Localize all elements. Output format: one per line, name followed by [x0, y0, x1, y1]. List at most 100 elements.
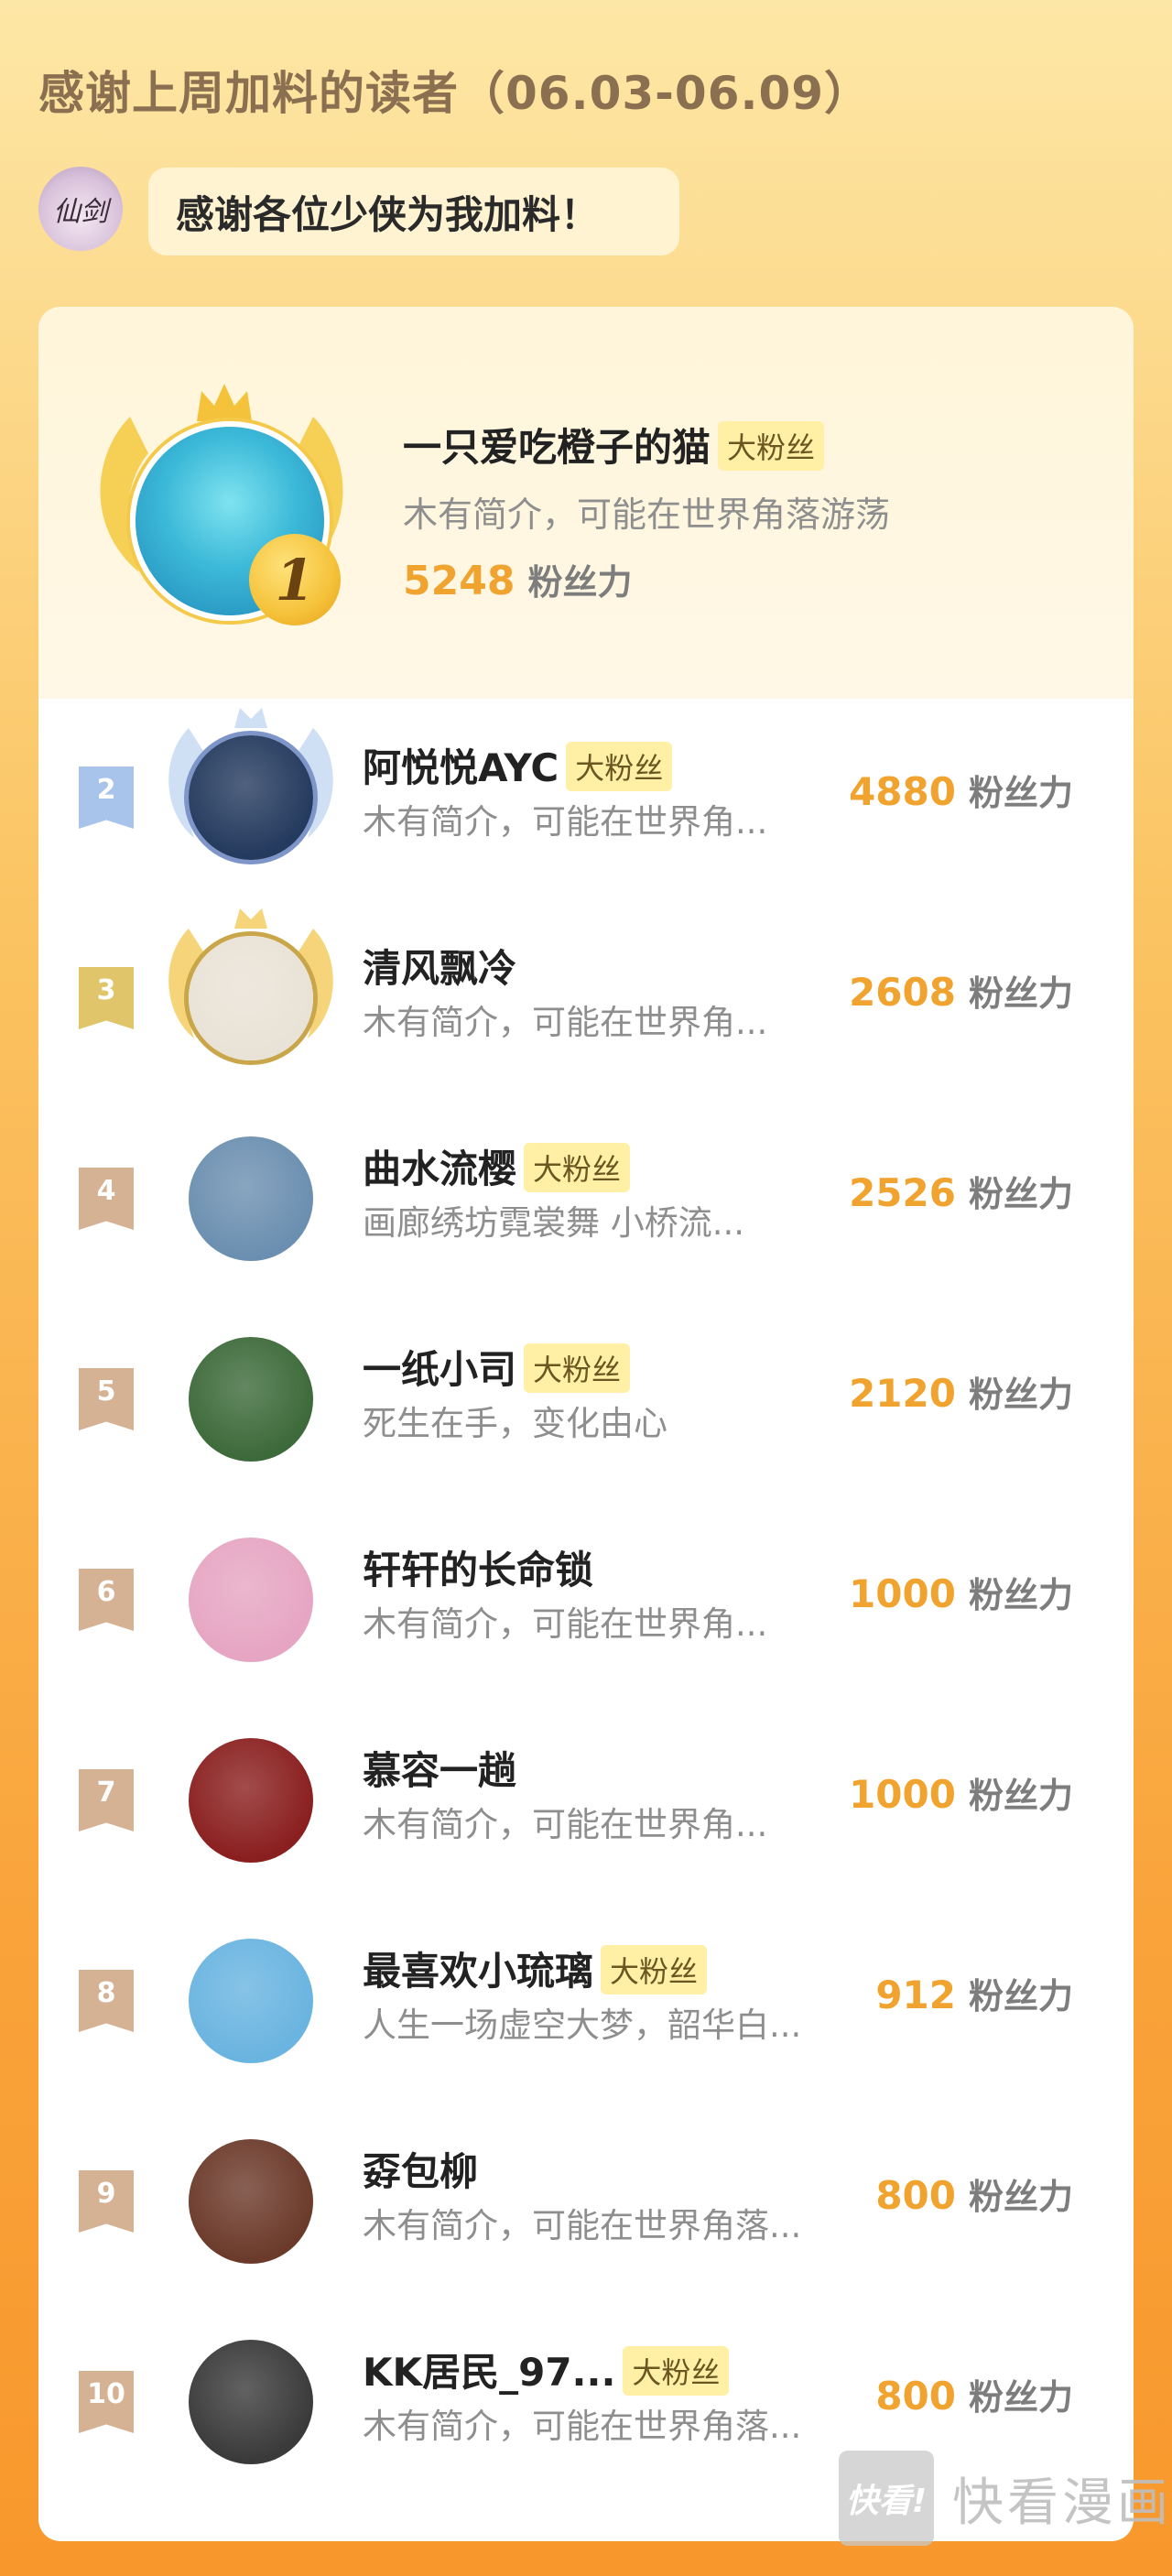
user-name-text: 轩轩的长命锁: [363, 1548, 594, 1592]
user-name[interactable]: 一纸小司 大粉丝: [363, 1339, 631, 1395]
fan-score-value: 800: [875, 2374, 956, 2418]
kuaikan-watermark: 快看! 快看漫画: [839, 2451, 1172, 2546]
user-bio: 木有简介，可能在世界角...: [363, 1003, 768, 1042]
ranking-row[interactable]: 9 孬包柳木有简介，可能在世界角落... 800 粉丝力: [38, 2114, 1134, 2278]
fan-score-value: 1000: [849, 1772, 956, 1817]
user-name[interactable]: 阿悦悦AYC 大粉丝: [363, 737, 673, 793]
score-unit: 粉丝力: [968, 2377, 1073, 2418]
score-unit: 粉丝力: [968, 1174, 1073, 1214]
user-avatar[interactable]: [189, 1738, 313, 1863]
top1-name-text: 一只爱吃橙子的猫: [403, 425, 711, 470]
rank-tag: 6: [79, 1569, 134, 1631]
fan-score: 800 粉丝力: [875, 2168, 1073, 2219]
user-avatar[interactable]: [189, 1337, 313, 1462]
fan-badge: 大粉丝: [524, 1343, 631, 1393]
ranking-row[interactable]: 4 曲水流樱 大粉丝画廊绣坊霓裳舞 小桥流... 2526 粉丝力: [38, 1111, 1134, 1276]
user-name-text: 阿悦悦AYC: [363, 745, 559, 790]
user-avatar[interactable]: [189, 2139, 313, 2264]
rank-tag: 2: [79, 766, 134, 829]
score-unit: 粉丝力: [968, 2177, 1073, 2217]
user-name[interactable]: 曲水流樱 大粉丝: [363, 1138, 631, 1194]
fan-score-value: 2526: [849, 1170, 956, 1215]
fan-score: 4880 粉丝力: [849, 765, 1073, 815]
fan-score: 2526 粉丝力: [849, 1166, 1073, 1216]
fan-score: 800 粉丝力: [875, 2369, 1073, 2419]
user-name-text: 曲水流樱: [363, 1147, 517, 1191]
fan-score-value: 2120: [849, 1371, 956, 1416]
score-unit: 粉丝力: [968, 1575, 1073, 1615]
user-bio: 画廊绣坊霓裳舞 小桥流...: [363, 1203, 745, 1243]
user-name[interactable]: 轩轩的长命锁: [363, 1539, 593, 1595]
user-avatar[interactable]: [189, 1939, 313, 2063]
user-name-text: 一纸小司: [363, 1347, 517, 1392]
top1-entry[interactable]: 1 一只爱吃橙子的猫 大粉丝 木有简介，可能在世界角落游荡 5248 粉丝力: [38, 307, 1134, 699]
rank-tag: 10: [79, 2371, 134, 2433]
user-bio: 死生在手，变化由心: [363, 1404, 667, 1443]
score-unit: 粉丝力: [968, 1776, 1073, 1816]
score-unit: 粉丝力: [527, 562, 633, 603]
ranking-row[interactable]: 5 一纸小司 大粉丝死生在手，变化由心 2120 粉丝力: [38, 1311, 1134, 1476]
host-avatar[interactable]: 仙剑: [38, 167, 123, 251]
rank-tag: 5: [79, 1368, 134, 1430]
top1-score: 5248 粉丝力: [403, 554, 632, 604]
user-bio: 木有简介，可能在世界角...: [363, 1805, 768, 1844]
top1-name[interactable]: 一只爱吃橙子的猫 大粉丝: [403, 417, 825, 473]
ranking-row[interactable]: 8 最喜欢小琉璃 大粉丝人生一场虚空大梦，韶华白... 912 粉丝力: [38, 1913, 1134, 2078]
fan-score: 2608 粉丝力: [849, 965, 1073, 1016]
fan-score-value: 912: [875, 1973, 956, 2017]
crown-icon: [197, 384, 252, 421]
fan-score: 1000 粉丝力: [849, 1567, 1073, 1617]
score-unit: 粉丝力: [968, 1375, 1073, 1415]
score-unit: 粉丝力: [968, 973, 1073, 1014]
top1-bio: 木有简介，可能在世界角落游荡: [403, 495, 891, 535]
user-name-text: 孬包柳: [363, 2149, 479, 2194]
user-name[interactable]: 慕容一趟: [363, 1740, 516, 1796]
top1-score-value: 5248: [403, 558, 515, 604]
ranking-row[interactable]: 3 清风飘冷木有简介，可能在世界角... 2608 粉丝力: [38, 908, 1134, 1075]
user-avatar[interactable]: [189, 735, 313, 860]
user-name-text: 清风飘冷: [363, 946, 517, 991]
fan-score: 1000 粉丝力: [849, 1767, 1073, 1818]
fan-badge: 大粉丝: [718, 421, 825, 471]
user-avatar[interactable]: [189, 1136, 313, 1261]
ranking-row[interactable]: 6 轩轩的长命锁木有简介，可能在世界角... 1000 粉丝力: [38, 1512, 1134, 1677]
fan-score-value: 800: [875, 2173, 956, 2218]
kuaikan-logo-icon: 快看!: [839, 2451, 934, 2546]
user-bio: 木有简介，可能在世界角落...: [363, 2407, 802, 2446]
rank-tag: 7: [79, 1769, 134, 1831]
fan-badge: 大粉丝: [566, 742, 673, 791]
user-name-text: 最喜欢小琉璃: [363, 1949, 594, 1994]
fan-score-value: 2608: [849, 970, 956, 1015]
rank-tag: 4: [79, 1168, 134, 1230]
fan-score-value: 4880: [849, 769, 956, 814]
user-avatar[interactable]: [189, 1538, 313, 1662]
user-name-text: 慕容一趟: [363, 1748, 517, 1793]
host-message-bubble: 感谢各位少侠为我加料！: [148, 168, 679, 255]
user-avatar[interactable]: [189, 936, 313, 1060]
ranking-row[interactable]: 2 阿悦悦AYC 大粉丝 木有简介，可能在世界角... 4880 粉丝力: [38, 708, 1134, 875]
watermark-text: 快看漫画: [952, 2473, 1172, 2533]
user-name[interactable]: 孬包柳: [363, 2141, 478, 2197]
rank-tag: 3: [79, 967, 134, 1029]
user-bio: 木有简介，可能在世界角落...: [363, 2206, 802, 2245]
user-avatar[interactable]: [189, 2340, 313, 2464]
score-unit: 粉丝力: [968, 773, 1073, 813]
user-name-text: KK居民_97...: [363, 2350, 616, 2395]
header-title: 感谢上周加料的读者（06.03-06.09）: [38, 67, 872, 120]
fan-badge: 大粉丝: [623, 2346, 730, 2396]
user-name[interactable]: 清风飘冷: [363, 938, 516, 994]
fan-score: 912 粉丝力: [875, 1968, 1073, 2018]
fan-score: 2120 粉丝力: [849, 1366, 1073, 1417]
rank-tag: 8: [79, 1970, 134, 2032]
ranking-row[interactable]: 7 慕容一趟木有简介，可能在世界角... 1000 粉丝力: [38, 1712, 1134, 1877]
user-bio: 人生一场虚空大梦，韶华白...: [363, 2005, 802, 2045]
fan-ranking-card: 1 一只爱吃橙子的猫 大粉丝 木有简介，可能在世界角落游荡 5248 粉丝力 2 阿悦…: [38, 307, 1134, 2541]
rank-1-medal: 1: [249, 534, 341, 625]
rank-tag: 9: [79, 2170, 134, 2233]
user-name[interactable]: 最喜欢小琉璃 大粉丝: [363, 1940, 708, 1996]
score-unit: 粉丝力: [968, 1976, 1073, 2016]
user-bio: 木有简介，可能在世界角...: [363, 1604, 768, 1644]
user-name[interactable]: KK居民_97... 大粉丝: [363, 2342, 730, 2397]
fan-score-value: 1000: [849, 1571, 956, 1616]
fan-badge: 大粉丝: [524, 1143, 631, 1192]
